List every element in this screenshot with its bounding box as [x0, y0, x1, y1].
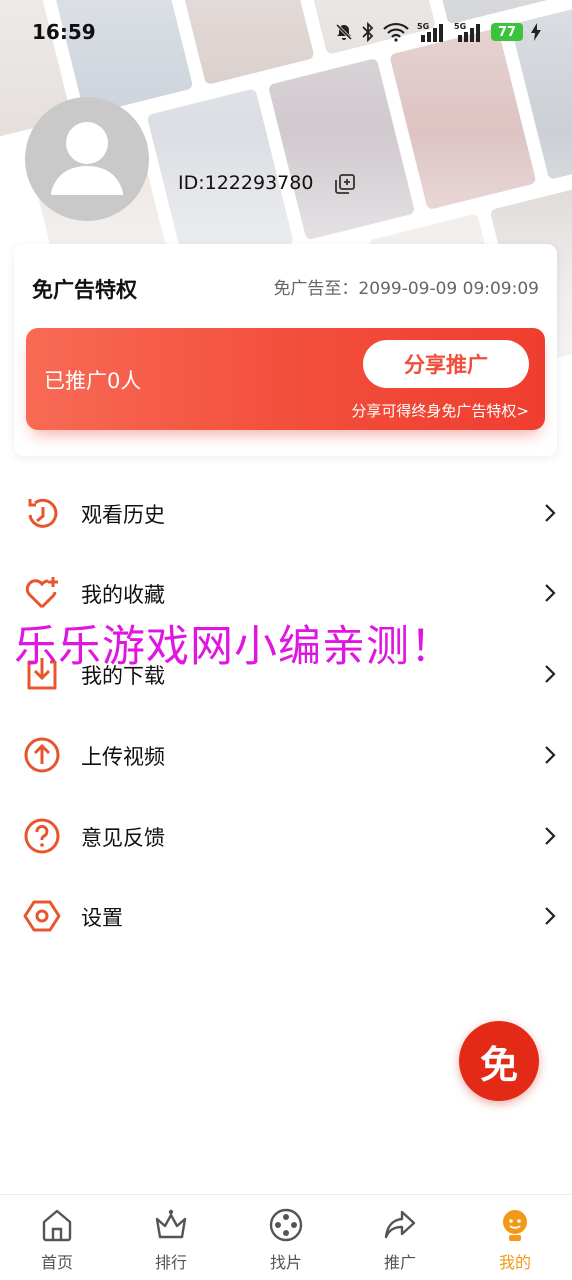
menu-item-feedback[interactable]: 意见反馈 — [0, 806, 572, 866]
promotion-count: 已推广0人 — [44, 369, 142, 393]
menu-label: 我的收藏 — [81, 583, 165, 607]
settings-icon — [23, 900, 61, 932]
avatar[interactable] — [25, 97, 149, 221]
wifi-icon — [383, 22, 409, 42]
status-icons: 5G 5G 77 — [334, 21, 542, 43]
nav-label: 推广 — [383, 1253, 416, 1272]
menu-item-watch-history[interactable]: 观看历史 — [0, 483, 572, 543]
user-icon — [503, 1210, 527, 1241]
ad-free-floating-button[interactable]: 免 — [459, 1021, 539, 1101]
home-icon — [42, 1209, 72, 1242]
share-promote-button[interactable]: 分享推广 — [363, 340, 529, 388]
menu-item-settings[interactable]: 设置 — [0, 886, 572, 946]
heart-plus-icon — [25, 577, 58, 609]
ad-free-expiry: 免广告至：2099-09-09 09:09:09 — [273, 279, 539, 299]
promotion-banner: 已推广0人 分享推广 分享可得终身免广告特权> — [26, 328, 545, 430]
ad-free-privilege-card: 免广告特权 免广告至：2099-09-09 09:09:09 已推广0人 分享推… — [14, 244, 557, 456]
copy-icon[interactable] — [334, 173, 356, 195]
menu-item-upload-video[interactable]: 上传视频 — [0, 725, 572, 785]
battery-icon: 77 — [491, 23, 523, 41]
svg-text:5G: 5G — [417, 22, 429, 31]
history-icon — [28, 498, 58, 528]
nav-item-promote[interactable]: 推广 — [343, 1195, 457, 1280]
chevron-right-icon — [545, 665, 556, 683]
user-id: ID:122293780 — [178, 172, 314, 194]
promotion-note-link[interactable]: 分享可得终身免广告特权> — [351, 400, 529, 421]
upload-icon — [24, 737, 60, 773]
menu-label: 上传视频 — [81, 745, 165, 769]
nav-item-mine[interactable]: 我的 — [458, 1195, 572, 1280]
nav-label: 排行 — [154, 1253, 187, 1272]
menu-label: 设置 — [81, 906, 123, 930]
chevron-right-icon — [545, 584, 556, 602]
nav-item-ranking[interactable]: 排行 — [114, 1195, 228, 1280]
share-arrow-icon — [384, 1210, 416, 1239]
chevron-right-icon — [545, 907, 556, 925]
status-bar: 16:59 5G 5G 77 — [0, 0, 572, 64]
chevron-right-icon — [545, 827, 556, 845]
svg-text:5G: 5G — [454, 22, 466, 31]
film-reel-icon — [269, 1208, 303, 1242]
crown-icon — [155, 1209, 187, 1239]
nav-item-home[interactable]: 首页 — [0, 1195, 114, 1280]
watermark-text: 乐乐游戏网小编亲测！ — [14, 622, 454, 672]
avatar-placeholder-icon — [51, 122, 123, 195]
nav-label: 我的 — [498, 1253, 531, 1272]
status-time: 16:59 — [32, 20, 96, 44]
nav-item-find-films[interactable]: 找片 — [229, 1195, 343, 1280]
bottom-nav: 首页 排行 找片 推广 我的 — [0, 1194, 572, 1280]
menu-label: 意见反馈 — [81, 826, 165, 850]
nav-label: 找片 — [269, 1253, 302, 1272]
menu-label: 观看历史 — [81, 503, 165, 527]
signal-5g-icon: 5G — [417, 22, 443, 42]
charging-icon — [531, 23, 541, 41]
chevron-right-icon — [545, 746, 556, 764]
question-icon — [24, 818, 60, 854]
mute-bell-icon — [335, 23, 353, 41]
bluetooth-icon — [362, 22, 374, 42]
card-title: 免广告特权 — [32, 278, 137, 302]
nav-label: 首页 — [40, 1253, 73, 1272]
chevron-right-icon — [545, 504, 556, 522]
signal-5g-icon: 5G — [454, 22, 480, 42]
